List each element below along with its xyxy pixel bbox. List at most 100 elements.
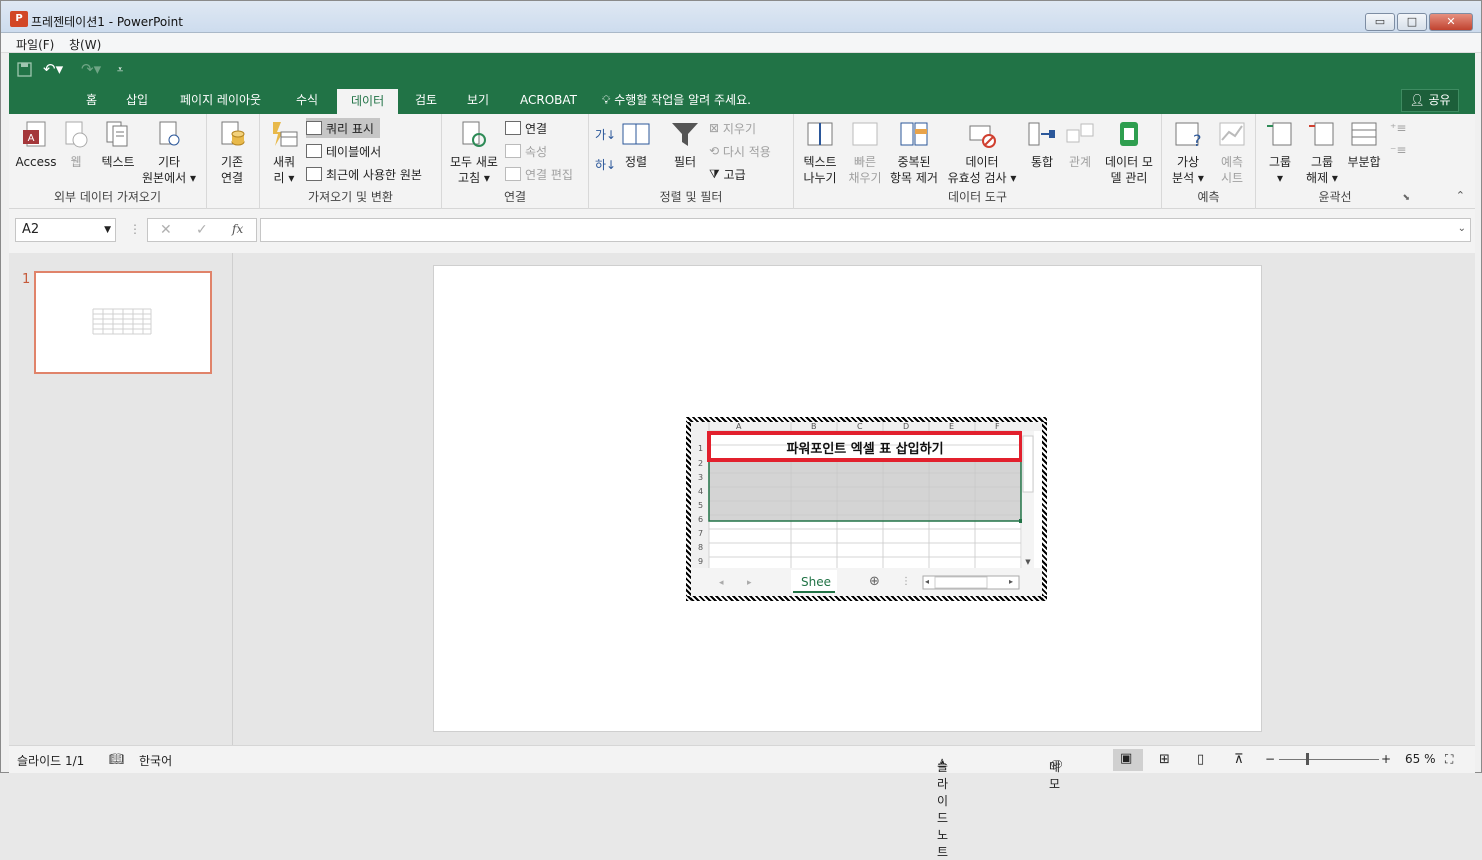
manage-data-model-button[interactable]: 데이터 모델 관리 bbox=[1100, 120, 1158, 186]
cancel-entry-icon[interactable]: ✕ bbox=[160, 222, 172, 238]
fit-to-window-icon[interactable]: ⛶ bbox=[1445, 752, 1453, 767]
minimize-button[interactable]: ▭ bbox=[1365, 13, 1395, 31]
share-button[interactable]: 👤︎ 공유 bbox=[1401, 89, 1459, 112]
tab-formulas[interactable]: 수식 bbox=[296, 92, 318, 114]
add-sheet-icon[interactable]: ⊕ bbox=[869, 574, 880, 589]
formula-input[interactable]: ⌄ bbox=[260, 218, 1471, 242]
close-button[interactable]: ✕ bbox=[1429, 13, 1473, 31]
restore-button[interactable]: □ bbox=[1397, 13, 1427, 31]
sort-az-button[interactable]: 가↓ bbox=[595, 124, 616, 144]
redo-icon[interactable]: ↷▾ bbox=[81, 60, 101, 78]
spell-check-icon[interactable]: 📖︎ bbox=[109, 752, 124, 766]
confirm-entry-icon[interactable]: ✓ bbox=[196, 222, 208, 238]
sheet-nav-next-icon[interactable]: ▸ bbox=[747, 578, 752, 588]
collapse-ribbon-icon[interactable]: ⌃ bbox=[1456, 189, 1465, 202]
tab-view[interactable]: 보기 bbox=[467, 92, 489, 114]
row-header[interactable]: 4 bbox=[698, 487, 703, 496]
flash-fill-button[interactable]: 빠른 채우기 bbox=[846, 120, 884, 186]
tab-insert[interactable]: 삽입 bbox=[126, 92, 148, 114]
dialog-launcher-icon[interactable]: ⬊ bbox=[1402, 193, 1410, 203]
row-header[interactable]: 6 bbox=[698, 515, 703, 524]
powerpoint-app-icon[interactable]: P bbox=[10, 11, 28, 27]
slideshow-icon[interactable]: ⊼ bbox=[1234, 752, 1244, 767]
slide-canvas[interactable]: ▼ A B C D E F 1 2 3 4 5 6 7 8 9 파워포인트 엑셀… bbox=[433, 265, 1262, 732]
column-header[interactable]: C bbox=[857, 422, 863, 431]
tab-page-layout[interactable]: 페이지 레이아웃 bbox=[180, 92, 261, 114]
properties-button[interactable]: 속성 bbox=[505, 141, 547, 161]
row-header[interactable]: 3 bbox=[698, 473, 703, 482]
clear-filter-button[interactable]: ⊠ 지우기 bbox=[709, 118, 756, 138]
zoom-slider-track[interactable] bbox=[1279, 759, 1379, 760]
tab-acrobat[interactable]: ACROBAT bbox=[520, 92, 577, 114]
refresh-all-button[interactable]: 모두 새로 고침 ▾ bbox=[446, 120, 502, 186]
reapply-button[interactable]: ⟲ 다시 적용 bbox=[709, 141, 771, 161]
zoom-out-button[interactable]: − bbox=[1265, 752, 1275, 766]
formula-bar-handle-icon[interactable]: ⋮ bbox=[129, 222, 141, 236]
remove-duplicates-button[interactable]: 중복된 항목 제거 bbox=[886, 120, 942, 186]
scroll-left-icon[interactable]: ◂ bbox=[925, 577, 929, 586]
relationships-button[interactable]: 관계 bbox=[1062, 120, 1098, 170]
show-detail-icon[interactable]: ⁺≡ bbox=[1390, 118, 1406, 138]
slide-thumbnail[interactable] bbox=[34, 271, 212, 374]
new-query-button[interactable]: 새쿼 리 ▾ bbox=[266, 120, 302, 186]
subtotal-button[interactable]: 부분합 bbox=[1342, 120, 1386, 170]
name-box[interactable]: A2 ▼ bbox=[15, 218, 116, 242]
expand-formula-icon[interactable]: ⌄ bbox=[1458, 223, 1466, 234]
row-header[interactable]: 1 bbox=[698, 444, 703, 453]
text-to-columns-button[interactable]: 텍스트 나누기 bbox=[798, 120, 842, 186]
column-header[interactable]: E bbox=[949, 422, 954, 431]
tab-review[interactable]: 검토 bbox=[415, 92, 437, 114]
tab-data[interactable]: 데이터 bbox=[337, 89, 399, 114]
existing-connections-button[interactable]: 기존 연결 bbox=[214, 120, 250, 186]
row-header[interactable]: 2 bbox=[698, 459, 703, 468]
what-if-analysis-button[interactable]: ? 가상 분석 ▾ bbox=[1168, 120, 1208, 186]
tell-me-box[interactable]: 💡︎ 수행할 작업을 알려 주세요. bbox=[602, 92, 751, 114]
sheet-title-cell[interactable]: 파워포인트 엑셀 표 삽입하기 bbox=[711, 438, 1019, 457]
save-icon[interactable] bbox=[17, 62, 32, 77]
sheet-tab[interactable]: Shee bbox=[801, 575, 831, 589]
access-button[interactable]: A Access bbox=[15, 120, 57, 170]
column-header[interactable]: F bbox=[995, 422, 1000, 431]
consolidate-button[interactable]: 통합 bbox=[1024, 120, 1060, 170]
from-text-button[interactable]: 텍스트 bbox=[97, 120, 139, 170]
tab-home[interactable]: 홈 bbox=[86, 92, 97, 114]
forecast-sheet-button[interactable]: 예측 시트 bbox=[1212, 120, 1252, 186]
from-table-button[interactable]: 테이블에서 bbox=[306, 141, 381, 161]
row-header[interactable]: 8 bbox=[698, 543, 703, 552]
insert-function-icon[interactable]: fx bbox=[232, 222, 243, 236]
hide-detail-icon[interactable]: ⁻≡ bbox=[1390, 140, 1406, 160]
connections-button[interactable]: 연결 bbox=[505, 118, 547, 138]
web-button[interactable]: 웹 bbox=[61, 120, 91, 170]
filter-button[interactable]: 필터 bbox=[667, 120, 703, 170]
slide-sorter-icon[interactable]: ⊞ bbox=[1159, 752, 1170, 767]
sort-button[interactable]: 정렬 bbox=[619, 120, 653, 170]
customize-qat-icon[interactable]: ⩡ bbox=[117, 63, 123, 77]
undo-icon[interactable]: ↶▾ bbox=[43, 60, 63, 78]
row-header[interactable]: 7 bbox=[698, 529, 703, 538]
ungroup-button[interactable]: 그룹 해제 ▾ bbox=[1302, 120, 1342, 186]
column-header[interactable]: B bbox=[811, 422, 817, 431]
split-handle-icon[interactable]: ⋮ bbox=[901, 576, 911, 587]
edit-links-button[interactable]: 연결 편집 bbox=[505, 164, 573, 184]
reading-view-icon[interactable]: ▯ bbox=[1197, 752, 1204, 767]
recent-sources-button[interactable]: 최근에 사용한 원본 bbox=[306, 164, 422, 184]
data-validation-button[interactable]: 데이터 유효성 검사 ▾ bbox=[944, 120, 1020, 186]
zoom-in-button[interactable]: + bbox=[1381, 752, 1391, 766]
language-indicator[interactable]: 한국어 bbox=[139, 752, 172, 769]
embedded-excel-object[interactable]: ▼ A B C D E F 1 2 3 4 5 6 7 8 9 파워포인트 엑셀… bbox=[686, 417, 1047, 601]
sheet-nav-prev-icon[interactable]: ◂ bbox=[719, 578, 724, 588]
menu-window[interactable]: 창(W) bbox=[69, 36, 101, 53]
row-header[interactable]: 9 bbox=[698, 557, 703, 566]
zoom-level[interactable]: 65 % bbox=[1405, 752, 1436, 766]
zoom-slider-thumb[interactable] bbox=[1306, 753, 1309, 765]
scroll-right-icon[interactable]: ▸ bbox=[1009, 577, 1013, 586]
show-queries-button[interactable]: 쿼리 표시 bbox=[306, 118, 380, 138]
group-button[interactable]: 그룹 ▾ bbox=[1260, 120, 1300, 186]
advanced-filter-button[interactable]: ⧩ 고급 bbox=[709, 164, 746, 184]
column-header[interactable]: D bbox=[903, 422, 909, 431]
menu-file[interactable]: 파일(F) bbox=[16, 36, 54, 53]
column-header[interactable]: A bbox=[736, 422, 741, 431]
from-other-sources-button[interactable]: 기타 원본에서 ▾ bbox=[139, 120, 199, 186]
row-header[interactable]: 5 bbox=[698, 501, 703, 510]
sort-za-button[interactable]: 하↓ bbox=[595, 154, 616, 174]
